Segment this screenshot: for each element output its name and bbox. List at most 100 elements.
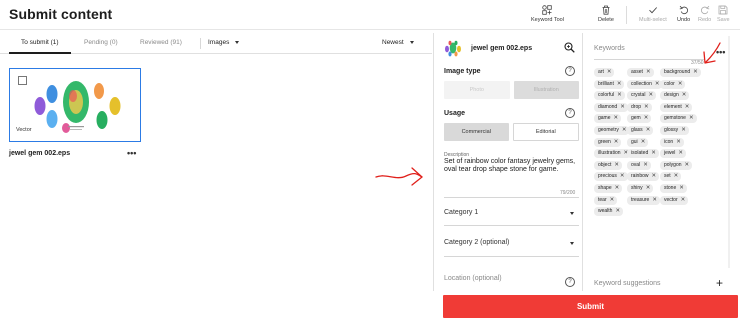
close-icon[interactable]: ✕ [679,184,684,193]
close-icon[interactable]: ✕ [644,114,649,123]
close-icon[interactable]: ✕ [681,126,686,135]
keyword-chip[interactable]: drop ✕ [627,102,652,112]
close-icon[interactable]: ✕ [607,68,612,77]
keyword-chip[interactable]: vector ✕ [660,195,689,205]
close-icon[interactable]: ✕ [678,80,683,89]
keyword-chip[interactable]: green ✕ [594,137,622,147]
tab-pending[interactable]: Pending (0) [84,39,118,46]
keyword-chip[interactable]: precious ✕ [594,172,628,182]
keyword-chip[interactable]: shape ✕ [594,184,623,193]
keyword-chip[interactable]: stone ✕ [660,184,687,193]
help-icon[interactable]: ? [565,277,575,287]
close-icon[interactable]: ✕ [651,149,656,158]
close-icon[interactable]: ✕ [685,161,690,170]
keyword-chip[interactable]: jewel ✕ [660,149,687,159]
close-icon[interactable]: ✕ [693,68,698,77]
close-icon[interactable]: ✕ [648,91,653,100]
close-icon[interactable]: ✕ [622,126,627,135]
keyword-chip[interactable]: gui ✕ [627,137,649,147]
keyword-chip[interactable]: brilliant ✕ [594,79,625,89]
keyword-chip[interactable]: asset ✕ [627,68,654,77]
close-icon[interactable]: ✕ [689,114,694,123]
keyword-chip[interactable]: design ✕ [660,91,690,101]
sort-dropdown[interactable]: Newest [382,39,414,46]
keyword-chip[interactable]: glossy ✕ [660,126,689,135]
keyword-chip[interactable]: colorful ✕ [594,91,625,101]
close-icon[interactable]: ✕ [644,103,649,112]
keyword-chip[interactable]: rainbow ✕ [627,172,660,182]
close-icon[interactable]: ✕ [615,207,620,216]
keyword-chip[interactable]: color ✕ [660,79,686,89]
keyword-chip[interactable]: element ✕ [660,102,693,112]
close-icon[interactable]: ✕ [655,80,660,89]
help-icon[interactable]: ? [565,108,575,118]
zoom-icon[interactable] [564,42,575,53]
keyword-chip[interactable]: illustration ✕ [594,149,632,159]
redo-button[interactable]: Redo [698,5,711,23]
help-icon[interactable]: ? [565,66,575,76]
close-icon[interactable]: ✕ [614,138,619,147]
close-icon[interactable]: ✕ [678,149,683,158]
close-icon[interactable]: ✕ [652,196,657,205]
type-filter-dropdown[interactable]: Images [208,39,240,46]
category-1-select[interactable]: Category 1 [444,209,574,216]
undo-button[interactable]: Undo [677,5,690,23]
keyword-chip[interactable]: game ✕ [594,114,622,124]
close-icon[interactable]: ✕ [620,103,625,112]
keyword-tool-button[interactable]: Keyword Tool [531,5,564,23]
delete-button[interactable]: Delete [598,5,614,23]
close-icon[interactable]: ✕ [685,103,690,112]
tab-reviewed[interactable]: Reviewed (91) [140,39,182,46]
close-icon[interactable]: ✕ [676,138,681,147]
keyword-chip[interactable]: art ✕ [594,68,615,77]
close-icon[interactable]: ✕ [641,138,646,147]
keyword-chip[interactable]: diamond ✕ [594,102,628,112]
close-icon[interactable]: ✕ [652,172,657,181]
keyword-chip[interactable]: crystal ✕ [627,91,657,101]
keyword-chip[interactable]: gem ✕ [627,114,652,124]
close-icon[interactable]: ✕ [614,114,619,123]
image-type-photo[interactable]: Photo [444,81,510,99]
keyword-chip[interactable]: treasure ✕ [627,195,660,205]
keyword-chip[interactable]: icon ✕ [660,137,684,147]
keyword-chip[interactable]: oval ✕ [627,160,651,170]
close-icon[interactable]: ✕ [646,68,651,77]
keyword-chip[interactable]: wealth ✕ [594,207,624,217]
close-icon[interactable]: ✕ [617,80,622,89]
close-icon[interactable]: ✕ [615,184,620,193]
keyword-chip[interactable]: set ✕ [660,172,682,182]
close-icon[interactable]: ✕ [682,91,687,100]
close-icon[interactable]: ✕ [617,91,622,100]
keyword-chip[interactable]: collection ✕ [627,79,663,89]
multi-select-button[interactable]: Multi-select [639,5,667,23]
category-2-select[interactable]: Category 2 (optional) [444,239,574,246]
close-icon[interactable]: ✕ [610,196,615,205]
keyword-chip[interactable]: polygon ✕ [660,160,693,170]
description-input[interactable]: Set of rainbow color fantasy jewelry gem… [444,158,576,174]
keyword-chip[interactable]: isolated ✕ [627,149,659,159]
close-icon[interactable]: ✕ [681,196,686,205]
image-type-illustration[interactable]: Illustration [513,81,579,99]
keywords-scrollbar[interactable] [728,36,730,268]
close-icon[interactable]: ✕ [643,161,648,170]
usage-editorial[interactable]: Editorial [512,123,579,141]
close-icon[interactable]: ✕ [614,161,619,170]
keyword-chip[interactable]: gemstone ✕ [660,114,697,124]
keyword-chip[interactable]: object ✕ [594,160,622,170]
asset-select-checkbox[interactable] [18,76,27,85]
location-input[interactable]: Location (optional) [444,275,574,282]
asset-more-button[interactable]: ••• [127,148,136,158]
keyword-chip[interactable]: tear ✕ [594,195,618,205]
tab-to-submit[interactable]: To submit (1) [21,39,59,46]
save-button[interactable]: Save [717,5,730,23]
usage-commercial[interactable]: Commercial [444,123,509,141]
submit-button[interactable]: Submit [443,295,738,318]
keyword-chip[interactable]: shiny ✕ [627,184,654,193]
close-icon[interactable]: ✕ [646,126,651,135]
asset-card[interactable]: Vector [9,68,141,142]
keyword-chip[interactable]: geometry ✕ [594,126,630,135]
close-icon[interactable]: ✕ [646,184,651,193]
close-icon[interactable]: ✕ [620,172,625,181]
keyword-chip[interactable]: background ✕ [660,68,701,77]
keywords-input[interactable]: Keywords [594,45,625,52]
